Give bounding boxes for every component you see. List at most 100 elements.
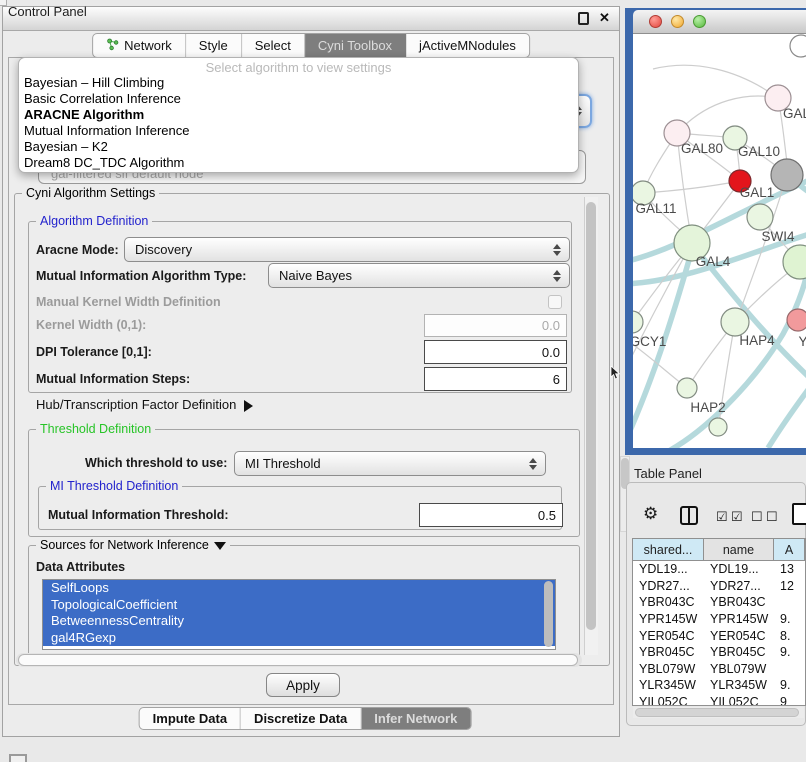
data-attributes-label: Data Attributes: [36, 560, 125, 574]
close-traffic-light-icon[interactable]: [649, 15, 662, 28]
node-label: GAL11: [635, 201, 676, 216]
node-gcy1[interactable]: [633, 311, 643, 333]
control-panel-title: Control Panel: [8, 4, 87, 19]
document-icon[interactable]: [792, 503, 806, 525]
tab-network[interactable]: Network: [93, 34, 186, 57]
which-threshold-combo[interactable]: MI Threshold: [234, 451, 546, 476]
tab-infer-network[interactable]: Infer Network: [361, 708, 470, 729]
mi-steps-field[interactable]: 6: [424, 367, 567, 391]
kernel-width-field[interactable]: 0.0: [424, 314, 567, 337]
table-row[interactable]: YBL079W YBL079W: [633, 661, 805, 678]
tab-discretize-data[interactable]: Discretize Data: [241, 708, 361, 729]
mi-threshold-group-title: MI Threshold Definition: [46, 479, 182, 493]
mi-algorithm-type-label: Mutual Information Algorithm Type:: [36, 269, 246, 283]
dropdown-item[interactable]: Bayesian – Hill Climbing: [19, 75, 578, 91]
dropdown-item[interactable]: Dream8 DC_TDC Algorithm: [19, 155, 578, 171]
sources-group-title[interactable]: Sources for Network Inference: [36, 538, 230, 552]
tab-impute-data[interactable]: Impute Data: [140, 708, 241, 729]
node-salmon[interactable]: [787, 309, 806, 331]
checkbox-checked-icon[interactable]: ☑: [731, 509, 743, 525]
checkbox-unchecked-icon[interactable]: ☐: [766, 509, 778, 525]
column-header-name[interactable]: name: [704, 539, 774, 560]
network-window-titlebar[interactable]: [633, 10, 806, 34]
table-row[interactable]: YIL052C YIL052C 9: [633, 694, 805, 706]
attribute-item-selected[interactable]: BetweennessCentrality: [43, 613, 555, 630]
node-table: shared... name A YDL19... YDL19... 13 YD…: [632, 538, 806, 706]
data-attributes-list: SelfLoops TopologicalCoefficient Between…: [42, 579, 556, 650]
float-window-icon[interactable]: [578, 12, 589, 25]
node-gray[interactable]: [771, 159, 803, 191]
node-green-bottom[interactable]: [709, 418, 727, 436]
table-row[interactable]: YLR345W YLR345W 9.: [633, 677, 805, 694]
tab-style[interactable]: Style: [186, 34, 242, 57]
table-row[interactable]: YDR27... YDR27... 12: [633, 578, 805, 595]
dropdown-item[interactable]: Mutual Information Inference: [19, 123, 578, 139]
threshold-definition-title: Threshold Definition: [36, 422, 155, 436]
attribute-item-selected[interactable]: SelfLoops: [43, 580, 555, 597]
node-swi4[interactable]: [747, 204, 773, 230]
table-row[interactable]: YPR145W YPR145W 9.: [633, 611, 805, 628]
settings-vertical-scrollbar-thumb[interactable]: [586, 202, 596, 630]
algorithm-definition-title: Algorithm Definition: [36, 214, 152, 228]
gear-icon[interactable]: ⚙: [643, 504, 658, 524]
spinner-arrows-icon: [529, 458, 537, 470]
attribute-list-scrollbar[interactable]: [544, 581, 553, 647]
settings-horizontal-scrollbar-thumb[interactable]: [18, 654, 578, 666]
mi-threshold-field[interactable]: 0.5: [419, 503, 563, 527]
node-label: GAL80: [681, 141, 723, 156]
node-label: HAP2: [690, 400, 725, 415]
kernel-width-label: Kernel Width (0,1):: [36, 318, 146, 332]
mi-algorithm-type-combo[interactable]: Naive Bayes: [268, 263, 570, 288]
attribute-item-selected[interactable]: gal4RGexp: [43, 630, 555, 647]
collapsed-arrow-icon: [244, 400, 253, 412]
node-label: GAL10: [738, 144, 780, 159]
column-header-shared-name[interactable]: shared...: [633, 539, 704, 560]
dropdown-item[interactable]: Bayesian – K2: [19, 139, 578, 155]
tab-network-label: Network: [124, 38, 172, 53]
network-icon: [106, 38, 119, 54]
hub-section-toggle[interactable]: Hub/Transcription Factor Definition: [36, 397, 253, 412]
zoom-traffic-light-icon[interactable]: [693, 15, 706, 28]
mi-threshold-label: Mutual Information Threshold:: [48, 508, 229, 522]
screen: Control Panel ✕ Network Style Select Cyn…: [0, 0, 806, 762]
tab-jactivemnodules[interactable]: jActiveMNodules: [406, 34, 529, 57]
control-panel-titlebar[interactable]: [3, 7, 619, 31]
checkbox-checked-icon[interactable]: ☑: [716, 509, 728, 525]
manual-kernel-width-label: Manual Kernel Width Definition: [36, 295, 221, 309]
dropdown-item-selected[interactable]: ARACNE Algorithm: [19, 107, 578, 123]
mi-steps-label: Mutual Information Steps:: [36, 372, 190, 386]
network-canvas[interactable]: GAL GAL80 GAL10 GAL1 GAL11 SWI4 GAL4 GCY…: [633, 34, 806, 448]
table-panel-title: Table Panel: [634, 466, 702, 481]
checkbox-unchecked-icon[interactable]: ☐: [751, 509, 763, 525]
tab-cyni-toolbox[interactable]: Cyni Toolbox: [305, 34, 406, 57]
network-view[interactable]: GAL GAL80 GAL10 GAL1 GAL11 SWI4 GAL4 GCY…: [633, 34, 806, 448]
spinner-arrows-icon: [553, 244, 561, 256]
minimize-traffic-light-icon[interactable]: [671, 15, 684, 28]
column-header-partial[interactable]: A: [774, 539, 805, 560]
node-hap4[interactable]: [721, 308, 749, 336]
column-layout-icon[interactable]: [680, 506, 698, 525]
apply-button[interactable]: Apply: [266, 673, 340, 697]
dpi-tolerance-field[interactable]: 0.0: [424, 340, 567, 364]
manual-kernel-width-checkbox[interactable]: [548, 295, 562, 309]
dropdown-placeholder: Select algorithm to view settings: [19, 60, 578, 75]
node-hap2[interactable]: [677, 378, 697, 398]
table-horizontal-scrollbar-thumb[interactable]: [635, 708, 799, 717]
tab-select[interactable]: Select: [242, 34, 305, 57]
aracne-mode-combo[interactable]: Discovery: [124, 237, 570, 262]
table-row[interactable]: YDL19... YDL19... 13: [633, 561, 805, 578]
node-label: GAL1: [740, 185, 775, 200]
expanded-arrow-icon: [214, 542, 226, 550]
node-unnamed[interactable]: [790, 35, 806, 57]
table-row[interactable]: YBR043C YBR043C: [633, 594, 805, 611]
close-icon[interactable]: ✕: [599, 10, 610, 26]
attribute-item-selected[interactable]: TopologicalCoefficient: [43, 597, 555, 614]
dpi-tolerance-label: DPI Tolerance [0,1]:: [36, 345, 152, 359]
node-label: HAP4: [739, 333, 775, 348]
control-panel-tabs: Network Style Select Cyni Toolbox jActiv…: [92, 33, 530, 58]
which-threshold-label: Which threshold to use:: [85, 456, 227, 470]
table-row[interactable]: YBR045C YBR045C 9.: [633, 644, 805, 661]
table-row[interactable]: YER054C YER054C 8.: [633, 627, 805, 644]
dropdown-item[interactable]: Basic Correlation Inference: [19, 91, 578, 107]
mouse-cursor-icon: [610, 366, 622, 382]
